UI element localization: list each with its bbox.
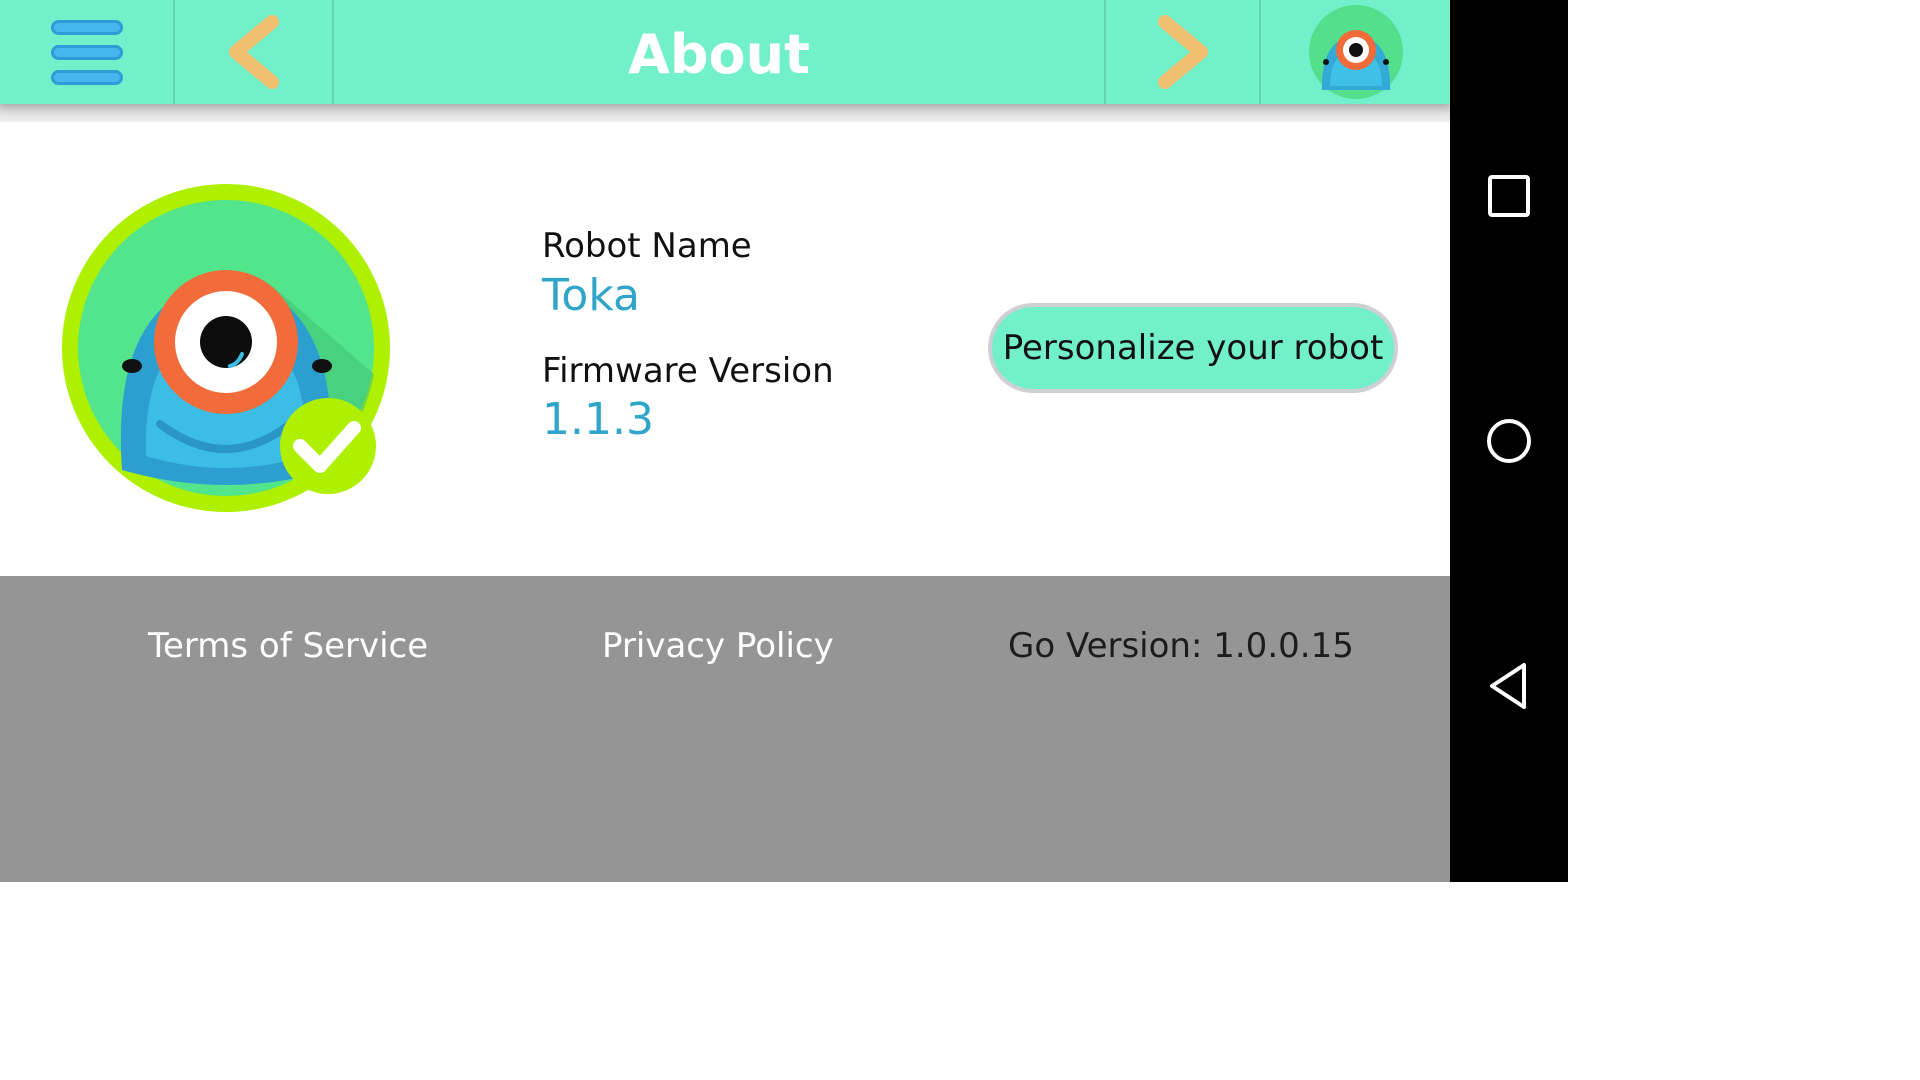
privacy-policy-link[interactable]: Privacy Policy <box>602 626 834 666</box>
robot-avatar <box>60 184 394 514</box>
hamburger-menu-icon <box>50 20 123 85</box>
back-button[interactable] <box>175 0 332 104</box>
chevron-right-icon <box>1157 15 1208 89</box>
triangle-back-icon <box>1490 663 1526 709</box>
go-version-text: Go Version: 1.0.0.15 <box>1008 626 1354 666</box>
app-screen: About Robot Name Toka Firmware Version 1… <box>0 0 1450 882</box>
square-recents-icon <box>1488 175 1530 217</box>
check-badge-icon <box>280 398 376 494</box>
robot-name-label: Robot Name <box>542 226 752 266</box>
firmware-version-value: 1.1.3 <box>542 394 654 445</box>
robot-select-button[interactable] <box>1261 0 1450 104</box>
recents-button[interactable] <box>1479 166 1539 226</box>
top-bar: About <box>0 0 1450 104</box>
robot-name-value: Toka <box>542 270 640 321</box>
footer: Terms of Service Privacy Policy Go Versi… <box>0 576 1450 882</box>
circle-home-icon <box>1487 419 1531 463</box>
terms-of-service-link[interactable]: Terms of Service <box>148 626 428 666</box>
system-back-button[interactable] <box>1479 656 1539 716</box>
header-shadow <box>0 104 1450 122</box>
robot-avatar-icon <box>1308 5 1403 99</box>
chevron-left-icon <box>228 15 279 89</box>
home-button[interactable] <box>1479 411 1539 471</box>
forward-button[interactable] <box>1106 0 1259 104</box>
personalize-robot-button[interactable]: Personalize your robot <box>988 303 1398 393</box>
page-title: About <box>628 23 810 86</box>
firmware-version-label: Firmware Version <box>542 351 834 391</box>
menu-button[interactable] <box>0 0 173 104</box>
android-nav-bar <box>1450 0 1568 882</box>
